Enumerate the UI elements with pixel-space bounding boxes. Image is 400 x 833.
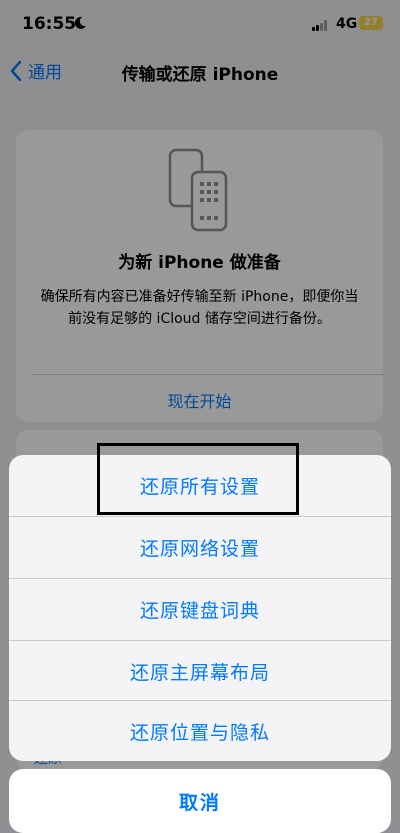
reset-network-settings-button[interactable]: 还原网络设置	[9, 517, 391, 578]
reset-keyboard-dictionary-button[interactable]: 还原键盘词典	[9, 579, 391, 640]
reset-location-privacy-button[interactable]: 还原位置与隐私	[9, 701, 391, 761]
cancel-label: 取消	[178, 792, 221, 814]
reset-home-screen-layout-button[interactable]: 还原主屏幕布局	[9, 641, 391, 702]
cancel-button[interactable]: 取消	[9, 769, 391, 833]
highlight-box	[97, 443, 299, 515]
